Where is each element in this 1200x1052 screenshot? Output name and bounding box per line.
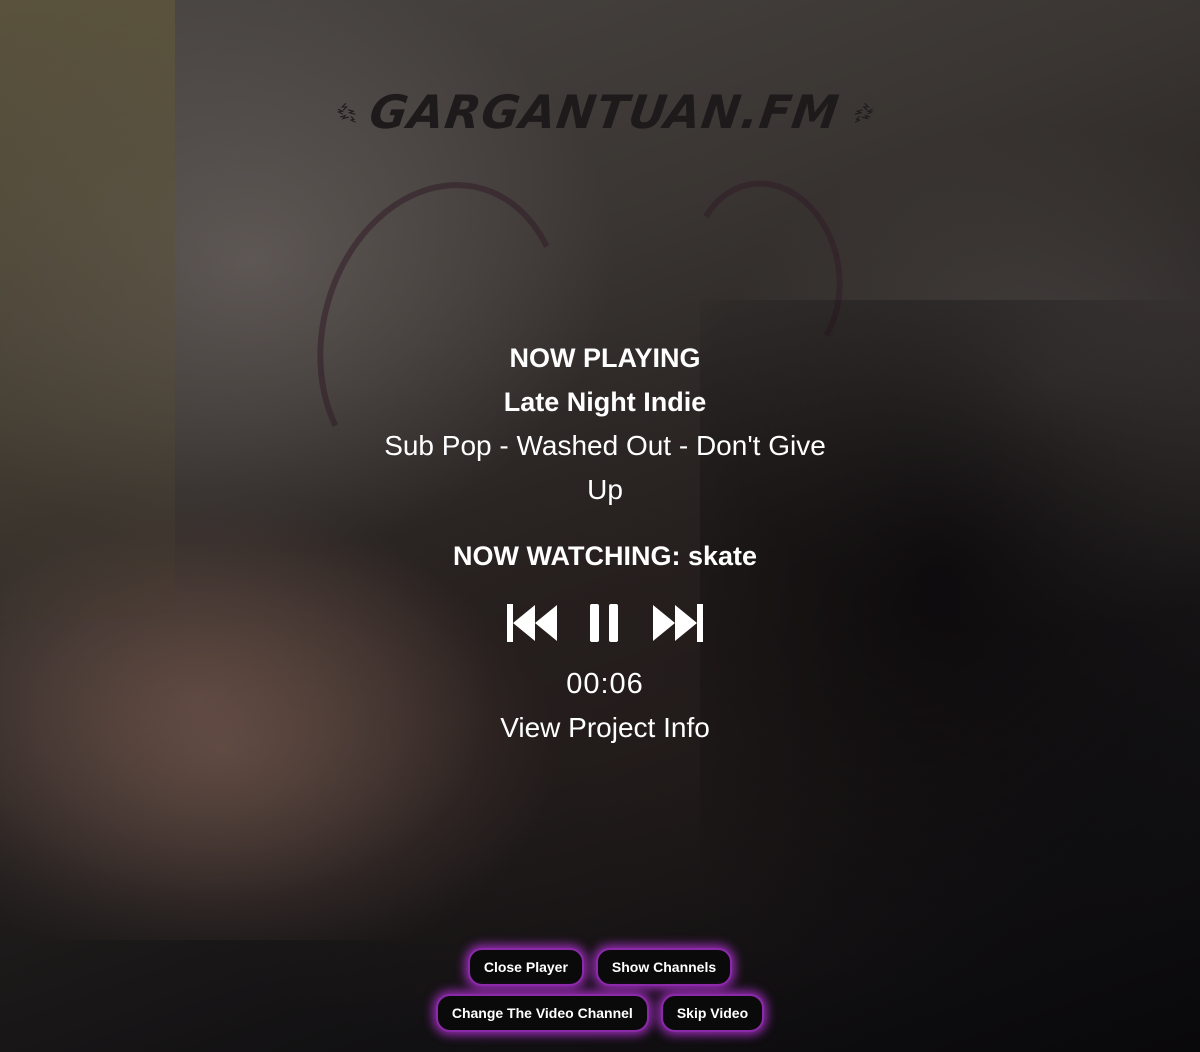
now-playing-panel: NOW PLAYING Late Night Indie Sub Pop - W… [380, 336, 830, 750]
channel-name: Late Night Indie [503, 387, 707, 417]
lightning-bolt-icon [336, 102, 356, 123]
previous-button[interactable] [505, 602, 561, 649]
site-logo: GARGANTUAN.FM [335, 72, 875, 152]
player-actions: Close Player Show Channels Change The Vi… [0, 948, 1200, 1032]
logo-text: GARGANTUAN.FM [366, 85, 844, 139]
skip-video-button[interactable]: Skip Video [660, 994, 765, 1032]
playback-controls [380, 600, 830, 650]
pause-button[interactable] [587, 602, 623, 649]
lightning-bolt-icon [854, 102, 874, 123]
skip-previous-icon [507, 603, 557, 642]
next-button[interactable] [649, 602, 705, 649]
pause-icon [590, 603, 618, 642]
elapsed-time: 00:06 [566, 668, 644, 700]
actions-row: Close Player Show Channels [467, 948, 733, 986]
now-watching-label: NOW WATCHING: skate [452, 541, 757, 571]
actions-row: Change The Video Channel Skip Video [435, 994, 765, 1032]
track-title: Sub Pop - Washed Out - Don't Give Up [384, 430, 826, 505]
show-channels-button[interactable]: Show Channels [595, 948, 733, 986]
now-playing-label: NOW PLAYING [509, 343, 701, 373]
player-screen: GARGANTUAN.FM NOW PLAYING Late Night Ind… [0, 0, 1200, 1052]
change-video-channel-button[interactable]: Change The Video Channel [435, 994, 649, 1032]
view-project-info-link[interactable]: View Project Info [380, 706, 830, 750]
close-player-button[interactable]: Close Player [467, 948, 584, 986]
skip-next-icon [653, 603, 703, 642]
